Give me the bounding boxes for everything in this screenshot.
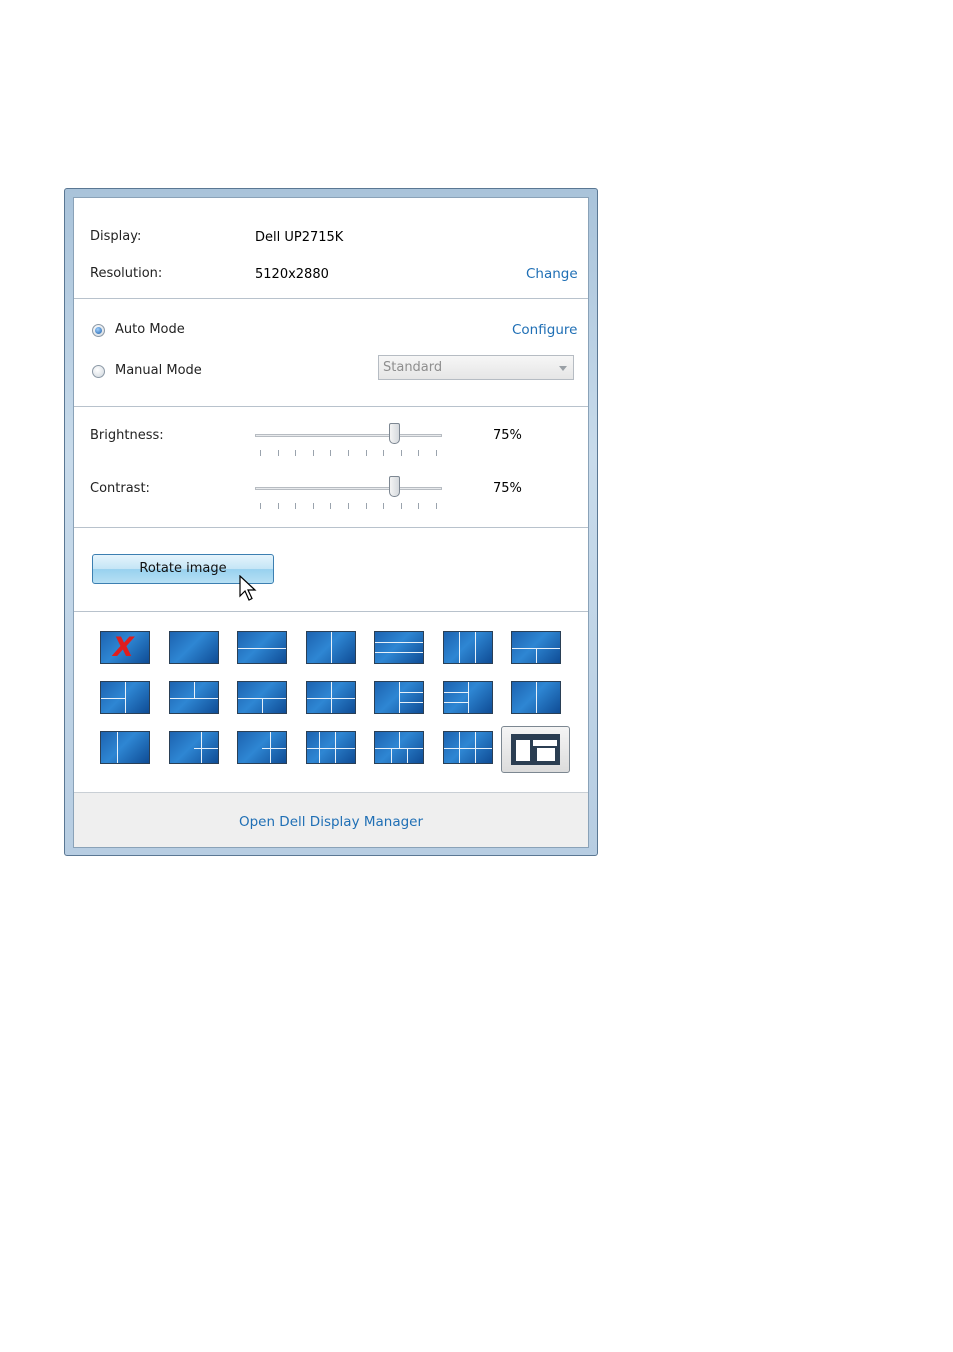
layout-four-mixed-icon[interactable] — [305, 681, 356, 714]
layout-picture-in-picture-icon[interactable] — [501, 726, 570, 773]
preset-mode-value: Standard — [383, 360, 443, 375]
layout-left-three-right-icon[interactable] — [374, 681, 424, 714]
footer-bar: Open Dell Display Manager — [74, 792, 588, 847]
mouse-pointer-icon — [239, 575, 257, 601]
dell-display-manager-window: Display: Dell UP2715K Resolution: 5120x2… — [64, 188, 598, 856]
change-resolution-link[interactable]: Change — [526, 266, 578, 282]
manual-mode-radio[interactable] — [92, 365, 105, 378]
auto-mode-label: Auto Mode — [115, 322, 185, 337]
brightness-slider-ticks — [260, 450, 437, 456]
layout-five-alt-icon[interactable] — [374, 731, 424, 764]
contrast-slider-thumb[interactable] — [389, 476, 401, 497]
layout-right-split-icon[interactable] — [168, 731, 219, 764]
layout-full-icon[interactable] — [168, 631, 219, 664]
resolution-label: Resolution: — [90, 266, 163, 281]
layout-none-icon[interactable]: X — [100, 631, 150, 664]
layout-quad-large-icon[interactable] — [237, 731, 287, 764]
layout-three-vertical-icon[interactable] — [442, 631, 493, 664]
contrast-slider-track[interactable] — [255, 487, 442, 490]
display-label: Display: — [90, 229, 142, 244]
chevron-down-icon — [559, 366, 567, 371]
open-dell-display-manager-link[interactable]: Open Dell Display Manager — [74, 814, 588, 830]
layout-two-vertical-icon[interactable] — [305, 631, 356, 664]
display-value: Dell UP2715K — [255, 230, 344, 245]
contrast-value: 75% — [493, 481, 522, 496]
layout-wide-left-icon[interactable] — [511, 681, 561, 714]
brightness-label: Brightness: — [90, 428, 164, 443]
divider — [74, 406, 588, 407]
monitor-icon — [511, 734, 560, 765]
close-icon: X — [113, 632, 134, 663]
layout-three-horizontal-icon[interactable] — [374, 631, 424, 664]
manual-mode-label: Manual Mode — [115, 363, 202, 378]
divider — [74, 611, 588, 612]
brightness-slider-track[interactable] — [255, 434, 442, 437]
layout-six-icon[interactable] — [442, 731, 493, 764]
window-content: Display: Dell UP2715K Resolution: 5120x2… — [73, 197, 589, 848]
brightness-slider-thumb[interactable] — [389, 423, 401, 444]
brightness-value: 75% — [493, 428, 522, 443]
layout-top-two-bottom-icon[interactable] — [511, 631, 561, 664]
layout-three-left-right-icon[interactable] — [442, 681, 493, 714]
contrast-label: Contrast: — [90, 481, 150, 496]
layout-left-two-right-icon[interactable] — [100, 681, 150, 714]
preset-mode-dropdown[interactable]: Standard — [378, 355, 574, 380]
layout-two-top-one-bottom-icon[interactable] — [168, 681, 219, 714]
auto-mode-radio[interactable] — [92, 324, 105, 337]
layout-two-horizontal-icon[interactable] — [237, 631, 287, 664]
contrast-slider-ticks — [260, 503, 437, 509]
divider — [74, 298, 588, 299]
resolution-value: 5120x2880 — [255, 267, 329, 282]
layout-five-icon[interactable] — [305, 731, 356, 764]
divider — [74, 527, 588, 528]
layout-wide-left-split-icon[interactable] — [100, 731, 150, 764]
configure-link[interactable]: Configure — [512, 322, 577, 338]
layout-one-top-two-bottom-icon[interactable] — [237, 681, 287, 714]
